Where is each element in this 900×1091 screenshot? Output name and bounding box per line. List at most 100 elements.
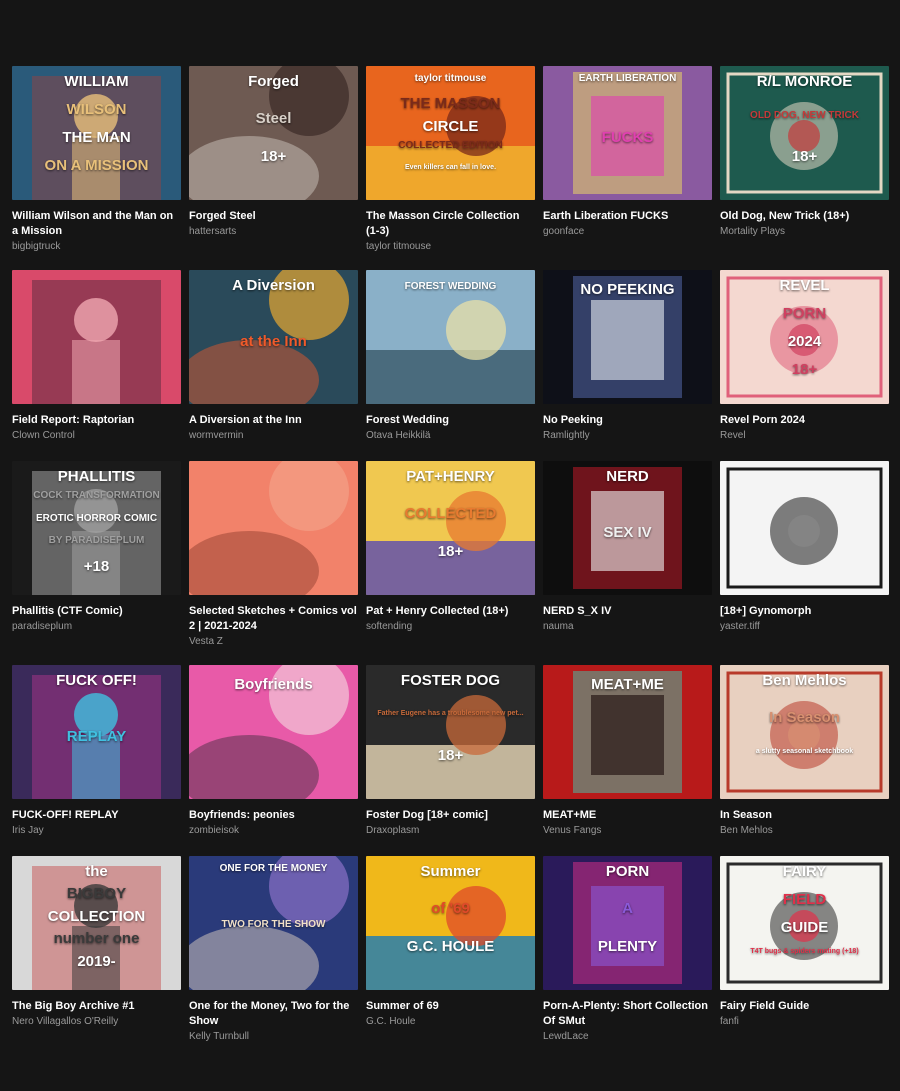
game-title[interactable]: [18+] Gynomorph — [720, 604, 889, 619]
game-cover[interactable]: the BIGBOY COLLECTION number one 2019- — [12, 856, 181, 990]
game-title[interactable]: Forest Wedding — [366, 413, 535, 428]
game-author[interactable]: nauma — [543, 620, 712, 634]
game-card[interactable]: FOSTER DOG Father Eugene has a troublesom… — [366, 665, 535, 838]
game-title[interactable]: Phallitis (CTF Comic) — [12, 604, 181, 619]
game-author[interactable]: Clown Control — [12, 429, 181, 443]
game-title[interactable]: No Peeking — [543, 413, 712, 428]
game-card[interactable]: Forged Steel 18+ Forged Steel hattersarts — [189, 66, 358, 239]
game-title[interactable]: One for the Money, Two for the Show — [189, 999, 358, 1029]
game-cover[interactable]: A Diversion at the Inn — [189, 270, 358, 404]
game-card[interactable]: Ben Mehlos In Season a slutty seasonal ske… — [720, 665, 889, 838]
game-title[interactable]: Pat + Henry Collected (18+) — [366, 604, 535, 619]
game-cover[interactable]: Boyfriends — [189, 665, 358, 799]
game-cover[interactable]: NO PEEKING — [543, 270, 712, 404]
game-author[interactable]: Iris Jay — [12, 824, 181, 838]
game-title[interactable]: Revel Porn 2024 — [720, 413, 889, 428]
game-title[interactable]: Forged Steel — [189, 209, 358, 224]
game-author[interactable]: Nero Villagallos O'Reilly — [12, 1015, 181, 1029]
game-cover[interactable]: Summer of '69 G.C. HOULE — [366, 856, 535, 990]
game-title[interactable]: Selected Sketches + Comics vol 2 | 2021-… — [189, 604, 358, 634]
game-card[interactable]: FUCK OFF! REPLAY FUCK-OFF! REPLAY Iris Jay — [12, 665, 181, 838]
game-title[interactable]: Field Report: Raptorian — [12, 413, 181, 428]
game-card[interactable]: taylor titmouse THE MASSON CIRCLE COLLECTED… — [366, 66, 535, 254]
game-author[interactable]: LewdLace — [543, 1030, 712, 1044]
game-author[interactable]: Draxoplasm — [366, 824, 535, 838]
game-card[interactable]: EARTH LIBERATION FUCKS Earth Liberation FU… — [543, 66, 712, 239]
game-cover[interactable]: MEAT+ME — [543, 665, 712, 799]
game-cover[interactable]: FUCK OFF! REPLAY — [12, 665, 181, 799]
game-card[interactable]: A Diversion at the Inn A Diversion at the … — [189, 270, 358, 443]
game-card[interactable]: Boyfriends Boyfriends: peonies zombieisok — [189, 665, 358, 838]
game-author[interactable]: G.C. Houle — [366, 1015, 535, 1029]
game-title[interactable]: FUCK-OFF! REPLAY — [12, 808, 181, 823]
game-cover[interactable]: WILLIAM WILSON THE MAN ON A MISSION — [12, 66, 181, 200]
game-cover[interactable]: REVEL PORN 2024 18+ — [720, 270, 889, 404]
game-card[interactable]: ONE FOR THE MONEY TWO FOR THE SHOW One for… — [189, 856, 358, 1044]
game-title[interactable]: Porn-A-Plenty: Short Collection Of SMut — [543, 999, 712, 1029]
game-cover[interactable]: taylor titmouse THE MASSON CIRCLE COLLECTED… — [366, 66, 535, 200]
game-card[interactable]: NO PEEKING No Peeking Ramlightly — [543, 270, 712, 443]
game-card[interactable]: [18+] Gynomorph yaster.tiff — [720, 461, 889, 634]
game-title[interactable]: Summer of 69 — [366, 999, 535, 1014]
game-cover[interactable]: R/L MONROE OLD DOG, NEW TRICK 18+ — [720, 66, 889, 200]
game-author[interactable]: Ramlightly — [543, 429, 712, 443]
game-title[interactable]: Fairy Field Guide — [720, 999, 889, 1014]
game-author[interactable]: goonface — [543, 225, 712, 239]
game-author[interactable]: Ben Mehlos — [720, 824, 889, 838]
game-author[interactable]: bigbigtruck — [12, 240, 181, 254]
game-cover[interactable]: EARTH LIBERATION FUCKS — [543, 66, 712, 200]
game-cover[interactable]: NERD SEX IV — [543, 461, 712, 595]
game-author[interactable]: paradiseplum — [12, 620, 181, 634]
game-cover[interactable] — [12, 270, 181, 404]
game-author[interactable]: hattersarts — [189, 225, 358, 239]
game-author[interactable]: yaster.tiff — [720, 620, 889, 634]
game-cover[interactable]: Ben Mehlos In Season a slutty seasonal ske… — [720, 665, 889, 799]
game-card[interactable]: PHALLITIS COCK TRANSFORMATION EROTIC HORRO… — [12, 461, 181, 634]
game-cover[interactable]: PORN A PLENTY — [543, 856, 712, 990]
game-card[interactable]: the BIGBOY COLLECTION number one 2019- The Bi… — [12, 856, 181, 1029]
game-author[interactable]: softending — [366, 620, 535, 634]
game-card[interactable]: WILLIAM WILSON THE MAN ON A MISSION William … — [12, 66, 181, 254]
game-title[interactable]: William Wilson and the Man on a Mission — [12, 209, 181, 239]
game-card[interactable]: MEAT+ME MEAT+ME Venus Fangs — [543, 665, 712, 838]
game-author[interactable]: Otava Heikkilä — [366, 429, 535, 443]
game-title[interactable]: Old Dog, New Trick (18+) — [720, 209, 889, 224]
game-author[interactable]: Venus Fangs — [543, 824, 712, 838]
game-author[interactable]: Kelly Turnbull — [189, 1030, 358, 1044]
game-author[interactable]: zombieisok — [189, 824, 358, 838]
game-card[interactable]: PAT+HENRY COLLECTED 18+ Pat + Henry Collect… — [366, 461, 535, 634]
game-card[interactable]: REVEL PORN 2024 18+ Revel Porn 2024 Revel — [720, 270, 889, 443]
game-cover[interactable]: PHALLITIS COCK TRANSFORMATION EROTIC HORRO… — [12, 461, 181, 595]
game-title[interactable]: Earth Liberation FUCKS — [543, 209, 712, 224]
game-card[interactable]: NERD SEX IV NERD S_X IV nauma — [543, 461, 712, 634]
game-cover[interactable]: ONE FOR THE MONEY TWO FOR THE SHOW — [189, 856, 358, 990]
game-card[interactable]: Summer of '69 G.C. HOULE Summer of 69 G.C. H… — [366, 856, 535, 1029]
game-card[interactable]: Selected Sketches + Comics vol 2 | 2021-… — [189, 461, 358, 649]
game-card[interactable]: R/L MONROE OLD DOG, NEW TRICK 18+ Old Dog, … — [720, 66, 889, 239]
game-title[interactable]: A Diversion at the Inn — [189, 413, 358, 428]
game-cover[interactable]: FOSTER DOG Father Eugene has a troublesom… — [366, 665, 535, 799]
game-card[interactable]: Field Report: Raptorian Clown Control — [12, 270, 181, 443]
game-author[interactable]: fanfi — [720, 1015, 889, 1029]
game-card[interactable]: FAIRY FIELD GUIDE T4T bugs & spiders mating… — [720, 856, 889, 1029]
game-title[interactable]: Boyfriends: peonies — [189, 808, 358, 823]
game-cover[interactable]: PAT+HENRY COLLECTED 18+ — [366, 461, 535, 595]
game-cover[interactable]: FOREST WEDDING — [366, 270, 535, 404]
game-title[interactable]: MEAT+ME — [543, 808, 712, 823]
game-cover[interactable] — [189, 461, 358, 595]
game-author[interactable]: taylor titmouse — [366, 240, 535, 254]
game-card[interactable]: FOREST WEDDING Forest Wedding Otava Heikki… — [366, 270, 535, 443]
game-title[interactable]: NERD S_X IV — [543, 604, 712, 619]
game-cover[interactable] — [720, 461, 889, 595]
game-author[interactable]: Mortality Plays — [720, 225, 889, 239]
game-card[interactable]: PORN A PLENTY Porn-A-Plenty: Short Collecti… — [543, 856, 712, 1044]
game-author[interactable]: wormvermin — [189, 429, 358, 443]
game-title[interactable]: The Big Boy Archive #1 — [12, 999, 181, 1014]
game-title[interactable]: In Season — [720, 808, 889, 823]
game-title[interactable]: The Masson Circle Collection (1-3) — [366, 209, 535, 239]
game-cover[interactable]: FAIRY FIELD GUIDE T4T bugs & spiders mating… — [720, 856, 889, 990]
game-cover[interactable]: Forged Steel 18+ — [189, 66, 358, 200]
game-title[interactable]: Foster Dog [18+ comic] — [366, 808, 535, 823]
game-author[interactable]: Vesta Z — [189, 635, 358, 649]
game-author[interactable]: Revel — [720, 429, 889, 443]
